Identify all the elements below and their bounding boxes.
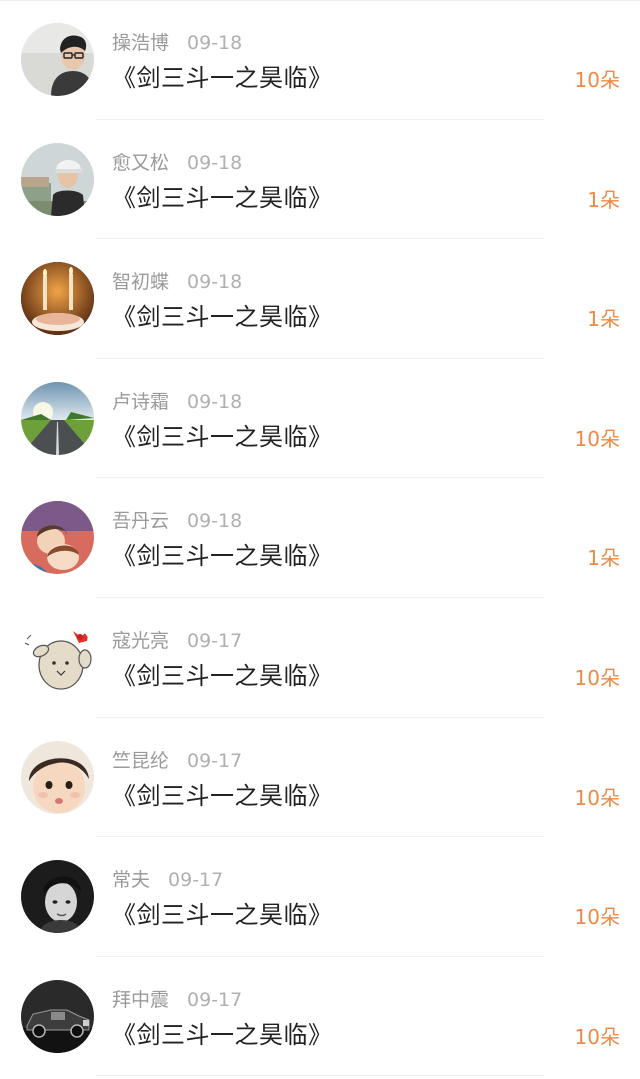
book-title[interactable]: 《剑三斗一之昊临》 — [112, 419, 333, 455]
send-date: 09-17 — [187, 629, 243, 652]
list-item[interactable]: 操浩博 09-18 《剑三斗一之昊临》 10朵 — [0, 0, 640, 120]
man-cap-street-photo-icon — [21, 142, 94, 216]
sender-meta: 吾丹云 09-18 — [112, 508, 242, 534]
avatar[interactable] — [21, 979, 94, 1053]
avatar[interactable] — [21, 262, 94, 336]
avatar[interactable] — [21, 142, 94, 216]
flower-count: 10朵 — [574, 665, 620, 690]
sender-meta: 智初蝶 09-18 — [112, 269, 242, 295]
flower-count: 10朵 — [574, 785, 620, 810]
book-title[interactable]: 《剑三斗一之昊临》 — [112, 299, 333, 335]
avatar[interactable] — [21, 501, 94, 575]
list-item[interactable]: 常夫 09-17 《剑三斗一之昊临》 10朵 — [0, 837, 640, 957]
row-divider — [96, 1075, 544, 1077]
send-date: 09-17 — [187, 988, 243, 1011]
sender-name[interactable]: 拜中震 — [112, 989, 169, 1011]
book-title[interactable]: 《剑三斗一之昊临》 — [112, 778, 333, 814]
child-face-photo-icon — [21, 740, 94, 814]
sender-meta: 竺昆纶 09-17 — [112, 748, 242, 774]
list-item[interactable]: 卢诗霜 09-18 《剑三斗一之昊临》 10朵 — [0, 359, 640, 479]
list-item[interactable]: 拜中震 09-17 《剑三斗一之昊临》 10朵 — [0, 957, 640, 1077]
send-date: 09-18 — [187, 151, 243, 174]
book-title[interactable]: 《剑三斗一之昊临》 — [112, 60, 333, 96]
list-item[interactable]: 智初蝶 09-18 《剑三斗一之昊临》 1朵 — [0, 239, 640, 359]
flower-count: 10朵 — [574, 1024, 620, 1049]
sender-name[interactable]: 常夫 — [112, 869, 150, 891]
book-title[interactable]: 《剑三斗一之昊临》 — [112, 180, 333, 216]
vintage-car-bw-icon — [21, 979, 94, 1053]
sender-meta: 愈又松 09-18 — [112, 150, 242, 176]
sender-meta: 拜中震 09-17 — [112, 987, 242, 1013]
send-date: 09-18 — [187, 271, 243, 294]
sender-name[interactable]: 操浩博 — [112, 32, 169, 54]
sender-meta: 卢诗霜 09-18 — [112, 389, 242, 415]
book-title[interactable]: 《剑三斗一之昊临》 — [112, 1017, 333, 1053]
sender-name[interactable]: 寇光亮 — [112, 630, 169, 652]
sender-name[interactable]: 竺昆纶 — [112, 750, 169, 772]
flower-count: 10朵 — [574, 68, 620, 92]
send-date: 09-17 — [187, 749, 243, 772]
list-item[interactable]: 吾丹云 09-18 《剑三斗一之昊临》 1朵 — [0, 478, 640, 598]
sender-meta: 常夫 09-17 — [112, 867, 223, 893]
sender-meta: 操浩博 09-18 — [112, 30, 242, 56]
sender-name[interactable]: 吾丹云 — [112, 510, 169, 532]
road-landscape-photo-icon — [21, 381, 94, 455]
flower-count: 10朵 — [574, 426, 620, 451]
book-title[interactable]: 《剑三斗一之昊临》 — [112, 897, 333, 933]
sender-name[interactable]: 卢诗霜 — [112, 391, 169, 413]
send-date: 09-18 — [187, 510, 243, 533]
send-date: 09-17 — [168, 869, 224, 892]
avatar[interactable] — [21, 740, 94, 814]
avatar[interactable] — [21, 860, 94, 934]
list-item[interactable]: 寇光亮 09-17 《剑三斗一之昊临》 10朵 — [0, 598, 640, 718]
flower-count: 10朵 — [574, 905, 620, 930]
sender-name[interactable]: 愈又松 — [112, 152, 169, 174]
send-date: 09-18 — [187, 390, 243, 413]
list-item[interactable]: 愈又松 09-18 《剑三斗一之昊临》 1朵 — [0, 120, 640, 240]
gift-record-list: 操浩博 09-18 《剑三斗一之昊临》 10朵 愈又松 09-18 《剑三斗一之昊临… — [0, 0, 640, 1077]
avatar[interactable] — [21, 23, 94, 96]
anime-couple-illustration-icon — [21, 501, 94, 575]
candles-cake-photo-icon — [21, 262, 94, 336]
sender-name[interactable]: 智初蝶 — [112, 271, 169, 293]
list-item[interactable]: 竺昆纶 09-17 《剑三斗一之昊临》 10朵 — [0, 718, 640, 838]
avatar[interactable] — [21, 620, 94, 694]
book-title[interactable]: 《剑三斗一之昊临》 — [112, 658, 333, 694]
avatar[interactable] — [21, 381, 94, 455]
flower-count: 1朵 — [587, 187, 620, 212]
book-title[interactable]: 《剑三斗一之昊临》 — [112, 538, 333, 574]
cartoon-bunny-bow-icon — [21, 620, 94, 694]
man-glasses-photo-icon — [21, 23, 94, 96]
sender-meta: 寇光亮 09-17 — [112, 628, 242, 654]
send-date: 09-18 — [187, 32, 243, 54]
boy-portrait-bw-icon — [21, 860, 94, 934]
flower-count: 1朵 — [587, 546, 620, 571]
flower-count: 1朵 — [587, 307, 620, 332]
